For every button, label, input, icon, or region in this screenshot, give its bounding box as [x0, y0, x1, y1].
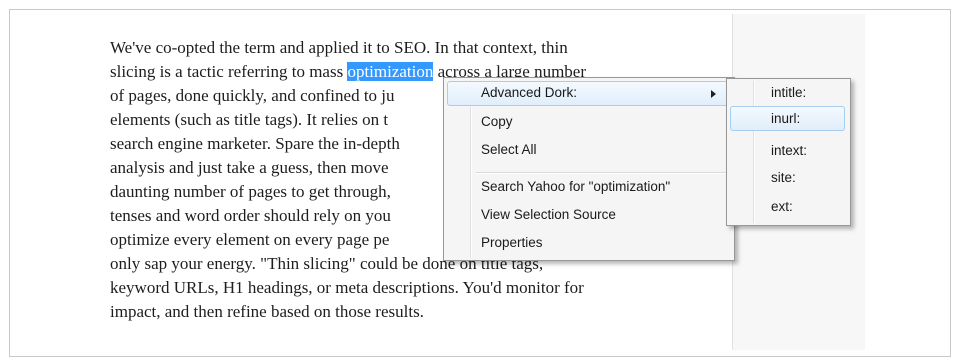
advanced-dork-submenu: intitle: inurl: intext: site: ext:	[726, 78, 851, 226]
text-before-selection: slicing is a tactic referring to mass	[110, 62, 348, 81]
menu-item-properties[interactable]: Properties	[481, 232, 543, 254]
context-menu: Advanced Dork: Copy Select All Search Ya…	[443, 77, 735, 261]
menu-item-copy[interactable]: Copy	[481, 111, 513, 133]
advanced-dork-label: Advanced Dork:	[481, 85, 578, 100]
article-line-11: keyword URLs, H1 headings, or meta descr…	[110, 278, 584, 297]
menu-item-search-yahoo[interactable]: Search Yahoo for "optimization"	[481, 176, 670, 198]
submenu-item-ext[interactable]: ext:	[771, 196, 793, 218]
menu-separator	[476, 172, 730, 174]
menu-icon-gutter	[470, 80, 472, 258]
selected-text[interactable]: optimization	[347, 62, 434, 81]
submenu-item-inurl[interactable]: inurl:	[771, 108, 800, 130]
submenu-item-intext[interactable]: intext:	[771, 140, 807, 162]
submenu-item-intitle[interactable]: intitle:	[771, 82, 806, 104]
menu-item-view-selection-source[interactable]: View Selection Source	[481, 204, 616, 226]
menu-item-select-all[interactable]: Select All	[481, 139, 537, 161]
article-line-12: impact, and then refine based on those r…	[110, 302, 424, 321]
submenu-item-site[interactable]: site:	[771, 167, 796, 189]
menu-item-advanced-dork[interactable]: Advanced Dork:	[447, 81, 731, 106]
submenu-arrow-icon	[711, 90, 716, 98]
submenu-icon-gutter	[753, 81, 755, 223]
article-line-1: We've co-opted the term and applied it t…	[110, 38, 568, 57]
